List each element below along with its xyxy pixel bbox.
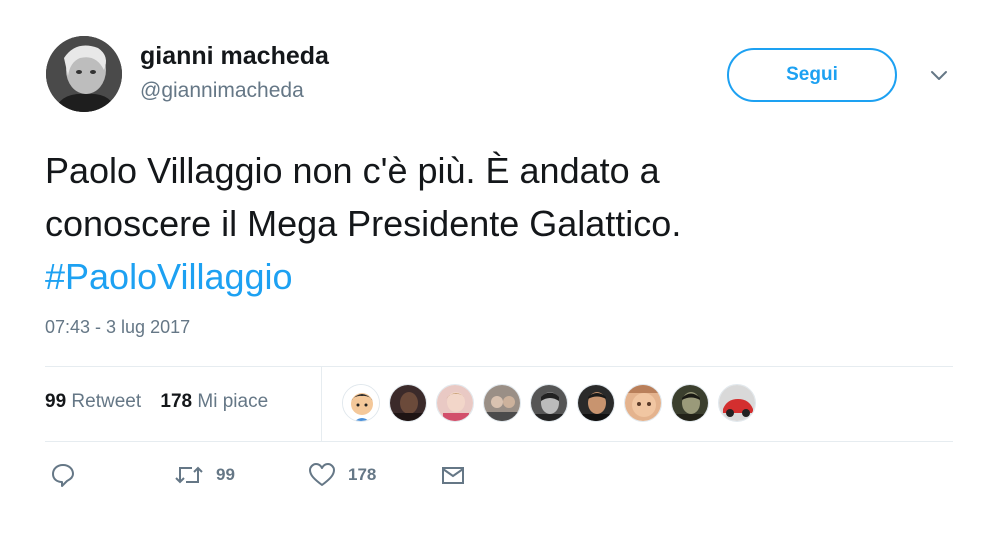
like-action-count: 178 [348,465,377,484]
chevron-down-icon[interactable] [928,66,950,86]
retweet-count: 99 [45,391,67,412]
tweet-stats: 99 Retweet 178 Mi piace [45,391,282,413]
divider [321,366,322,441]
heart-icon [308,462,336,488]
liker-avatar[interactable] [530,384,568,422]
timestamp[interactable]: 07:43 - 3 lug 2017 [45,317,190,338]
liker-avatar[interactable] [389,384,427,422]
envelope-icon [440,462,466,488]
liker-avatar[interactable] [671,384,709,422]
liker-avatar[interactable] [342,384,380,422]
likers-avatars [342,384,765,422]
likes-stat[interactable]: 178 Mi piace [160,391,268,412]
reply-icon [50,462,76,488]
tweet-text-line: Paolo Villaggio non c'è più. È andato a [45,150,660,191]
user-handle[interactable]: @giannimacheda [140,79,304,103]
likes-label: Mi piace [197,391,269,412]
liker-avatar[interactable] [483,384,521,422]
liker-avatar[interactable] [436,384,474,422]
retweet-button[interactable]: 99 [174,462,235,488]
liker-avatar[interactable] [577,384,615,422]
reply-button[interactable] [50,462,76,488]
hashtag-link[interactable]: #PaoloVillaggio [45,250,945,303]
retweet-icon [174,462,204,488]
retweet-stat[interactable]: 99 Retweet [45,391,141,412]
follow-button[interactable]: Segui [727,48,897,102]
divider [45,366,953,367]
avatar[interactable] [46,36,122,112]
likes-count: 178 [160,391,193,412]
user-name[interactable]: gianni macheda [140,42,329,71]
tweet-text: Paolo Villaggio non c'è più. È andato a … [45,144,945,303]
tweet-text-line: conoscere il Mega Presidente Galattico. [45,203,682,244]
liker-avatar[interactable] [718,384,756,422]
direct-message-button[interactable] [440,462,466,488]
liker-avatar[interactable] [624,384,662,422]
retweet-label: Retweet [71,391,142,412]
tweet-card: gianni macheda @giannimacheda Segui Paol… [0,0,1000,539]
like-button[interactable]: 178 [308,462,376,488]
divider [45,441,953,442]
retweet-action-count: 99 [216,465,235,484]
